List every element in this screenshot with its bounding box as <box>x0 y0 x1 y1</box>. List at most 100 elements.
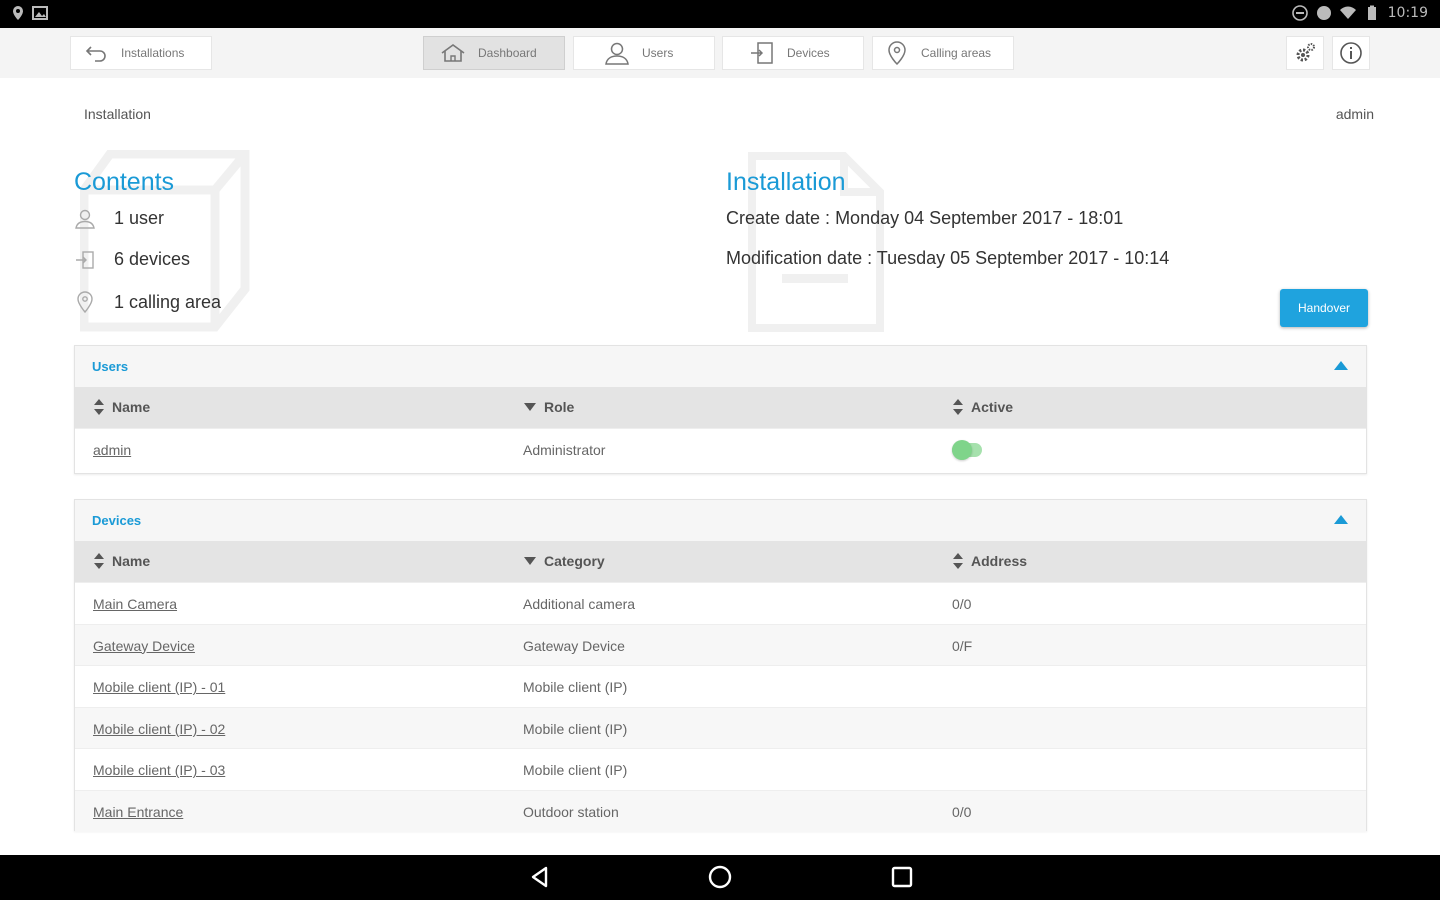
tab-label: Calling areas <box>921 46 992 60</box>
device-name-link[interactable]: Main Camera <box>93 596 177 612</box>
back-arrow-icon <box>85 46 106 62</box>
device-name-link[interactable]: Main Entrance <box>93 804 183 820</box>
sync-icon <box>1316 6 1331 20</box>
device-name-link[interactable]: Mobile client (IP) - 03 <box>93 762 225 778</box>
location-notification-icon <box>13 6 23 20</box>
tab-label: Users <box>642 46 674 60</box>
installation-title: Installation <box>726 168 846 196</box>
column-label: Category <box>544 553 605 569</box>
device-address: 0/0 <box>952 803 972 820</box>
app-top-bar: Installations Dashboard Users Devices Ca… <box>0 28 1440 78</box>
handover-button[interactable]: Handover <box>1280 289 1368 327</box>
tab-label: Dashboard <box>478 46 537 60</box>
table-row: Gateway Device Gateway Device 0/F <box>75 623 1366 666</box>
user-name-link[interactable]: admin <box>93 442 131 458</box>
device-category: Gateway Device <box>523 637 625 654</box>
back-triangle-icon[interactable] <box>528 865 552 889</box>
column-label: Name <box>112 553 151 569</box>
devices-panel-title: Devices <box>92 513 142 528</box>
sort-role-column[interactable]: Role <box>523 399 574 415</box>
location-pin-icon <box>888 41 906 66</box>
users-panel: Users Name Role Active admin Administrat… <box>74 345 1367 474</box>
sort-both-icon <box>953 399 963 415</box>
device-icon <box>76 250 94 269</box>
contents-devices-line: 6 devices <box>74 249 190 270</box>
device-category: Additional camera <box>523 596 636 612</box>
sort-desc-icon <box>524 403 536 411</box>
users-panel-header[interactable]: Users <box>75 346 1366 387</box>
users-table-header: Name Role Active <box>75 387 1366 428</box>
sort-active-column[interactable]: Active <box>952 399 1013 415</box>
contents-title: Contents <box>74 168 175 196</box>
user-icon <box>605 42 629 65</box>
tab-devices[interactable]: Devices <box>722 36 864 70</box>
column-label: Name <box>112 399 151 415</box>
android-status-bar: 10:19 <box>0 0 1440 28</box>
collapse-caret-icon[interactable] <box>1334 515 1348 524</box>
wifi-icon <box>1339 6 1356 19</box>
breadcrumb: Installation <box>84 106 151 122</box>
settings-button[interactable] <box>1286 36 1324 70</box>
image-notification-icon <box>32 6 48 20</box>
table-row: Mobile client (IP) - 02 Mobile client (I… <box>75 706 1366 749</box>
devices-panel-header[interactable]: Devices <box>75 500 1366 541</box>
device-address: 0/F <box>952 637 973 654</box>
sort-both-icon <box>94 399 104 415</box>
battery-icon <box>1367 5 1376 20</box>
tab-label: Devices <box>787 46 830 60</box>
device-category: Mobile client (IP) <box>523 762 628 779</box>
sort-name-column[interactable]: Name <box>93 399 150 415</box>
device-address: 0/0 <box>952 596 972 612</box>
info-icon <box>1340 42 1362 64</box>
device-category: Outdoor station <box>523 803 619 820</box>
table-row: admin Administrator <box>75 428 1366 470</box>
sort-address-column[interactable]: Address <box>952 553 1027 569</box>
tab-dashboard[interactable]: Dashboard <box>423 36 565 70</box>
info-button[interactable] <box>1332 36 1370 70</box>
back-label: Installations <box>121 46 185 60</box>
contents-calling-areas-text: 1 calling area <box>114 291 222 312</box>
tab-users[interactable]: Users <box>573 36 715 70</box>
modification-date-text: Modification date : Tuesday 05 September… <box>726 248 1170 268</box>
table-row: Main Camera Additional camera 0/0 <box>75 582 1366 624</box>
column-label: Active <box>971 399 1014 415</box>
home-circle-icon[interactable] <box>708 865 732 889</box>
device-category: Mobile client (IP) <box>523 720 628 737</box>
recents-square-icon[interactable] <box>890 865 914 889</box>
user-active-toggle[interactable] <box>952 440 984 460</box>
table-row: Mobile client (IP) - 01 Mobile client (I… <box>75 665 1366 707</box>
device-name-link[interactable]: Mobile client (IP) - 02 <box>93 721 225 737</box>
devices-panel: Devices Name Category Address Main Camer… <box>74 499 1367 832</box>
user-icon <box>75 209 95 229</box>
do-not-disturb-icon <box>1291 5 1308 21</box>
column-label: Role <box>544 399 575 415</box>
table-row: Main Entrance Outdoor station 0/0 <box>75 789 1366 832</box>
user-role: Administrator <box>523 442 606 458</box>
android-navigation-bar <box>0 855 1440 900</box>
device-name-link[interactable]: Mobile client (IP) - 01 <box>93 679 225 695</box>
column-label: Address <box>971 553 1028 569</box>
device-icon <box>751 42 773 64</box>
users-panel-title: Users <box>92 359 129 374</box>
contents-users-line: 1 user <box>74 208 164 229</box>
contents-devices-text: 6 devices <box>114 249 191 269</box>
sort-category-column[interactable]: Category <box>523 553 605 569</box>
collapse-caret-icon[interactable] <box>1334 361 1348 370</box>
sort-name-column[interactable]: Name <box>93 553 150 569</box>
device-name-link[interactable]: Gateway Device <box>93 638 195 654</box>
location-pin-icon <box>77 291 93 313</box>
table-row: Mobile client (IP) - 03 Mobile client (I… <box>75 748 1366 790</box>
create-date-text: Create date : Monday 04 September 2017 -… <box>726 208 1124 228</box>
sort-desc-icon <box>524 557 536 565</box>
settings-gears-icon <box>1296 43 1315 62</box>
back-to-installations-button[interactable]: Installations <box>70 36 212 70</box>
status-time: 10:19 <box>1387 5 1428 21</box>
devices-table-header: Name Category Address <box>75 541 1366 582</box>
contents-calling-areas-line: 1 calling area <box>74 291 221 313</box>
sort-both-icon <box>94 553 104 569</box>
home-icon <box>441 44 465 62</box>
current-user-name: admin <box>1335 106 1374 122</box>
contents-users-text: 1 user <box>114 208 165 228</box>
sort-both-icon <box>953 553 963 569</box>
tab-calling-areas[interactable]: Calling areas <box>872 36 1014 70</box>
